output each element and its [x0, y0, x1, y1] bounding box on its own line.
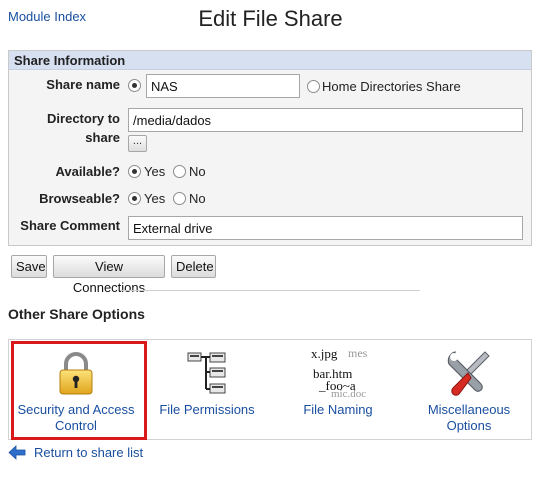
misc-caption-line1: Miscellaneous	[427, 402, 511, 417]
browseable-no-radio[interactable]	[173, 192, 186, 205]
share-comment-label: Share Comment	[20, 218, 120, 233]
browseable-label: Browseable?	[39, 191, 120, 206]
share-name-label: Share name	[46, 77, 120, 92]
available-no-label: No	[189, 164, 206, 179]
delete-button[interactable]: Delete	[171, 255, 216, 278]
share-name-input[interactable]	[146, 74, 300, 98]
home-directories-radio[interactable]	[307, 80, 320, 93]
share-information-header: Share Information	[9, 51, 531, 70]
page-title: Edit File Share	[198, 6, 343, 31]
directory-label-line1: Directory to	[47, 111, 120, 126]
available-yes-radio[interactable]	[128, 165, 141, 178]
file-naming-caption[interactable]: File Naming	[271, 402, 405, 418]
file-naming-icon-text-1b: mes	[348, 346, 368, 360]
share-information-panel: Share Information Share name Home Direct…	[8, 50, 532, 246]
security-option-highlight	[11, 341, 147, 440]
available-no-radio[interactable]	[173, 165, 186, 178]
file-permissions-option[interactable]: File Permissions	[143, 340, 271, 440]
available-label: Available?	[55, 164, 120, 179]
share-comment-input[interactable]	[128, 216, 523, 240]
other-share-options-title: Other Share Options	[8, 306, 145, 322]
browseable-yes-radio[interactable]	[128, 192, 141, 205]
browseable-no-label: No	[189, 191, 206, 206]
save-button[interactable]: Save	[11, 255, 47, 278]
misc-caption-line2: Options	[446, 418, 492, 433]
directory-chooser-button[interactable]: ...	[128, 135, 147, 152]
directory-label-line2: share	[85, 130, 120, 145]
return-to-share-list-link[interactable]: Return to share list	[34, 445, 143, 460]
file-naming-icon-text-1: x.jpg	[311, 346, 338, 361]
folder-tree-icon	[187, 352, 226, 394]
miscellaneous-options-caption[interactable]: Miscellaneous Options	[405, 402, 533, 434]
share-name-radio[interactable]	[128, 79, 141, 92]
file-permissions-caption[interactable]: File Permissions	[143, 402, 271, 418]
browseable-yes-label: Yes	[144, 191, 166, 206]
directory-input[interactable]	[128, 108, 523, 132]
available-yes-label: Yes	[144, 164, 166, 179]
file-naming-icon-text-4: mic.doc	[331, 388, 367, 400]
divider	[120, 290, 420, 291]
back-arrow-icon	[8, 445, 26, 460]
tools-icon	[447, 351, 490, 396]
directory-label: Directory to share	[9, 109, 120, 147]
view-connections-button[interactable]: View Connections	[53, 255, 165, 295]
home-directories-label: Home Directories Share	[322, 79, 461, 94]
file-naming-option[interactable]: x.jpg mes bar.htm _foo~a mic.doc File Na…	[271, 340, 405, 440]
file-naming-icon: x.jpg mes bar.htm _foo~a mic.doc	[307, 346, 377, 400]
miscellaneous-options-option[interactable]: Miscellaneous Options	[405, 340, 533, 440]
